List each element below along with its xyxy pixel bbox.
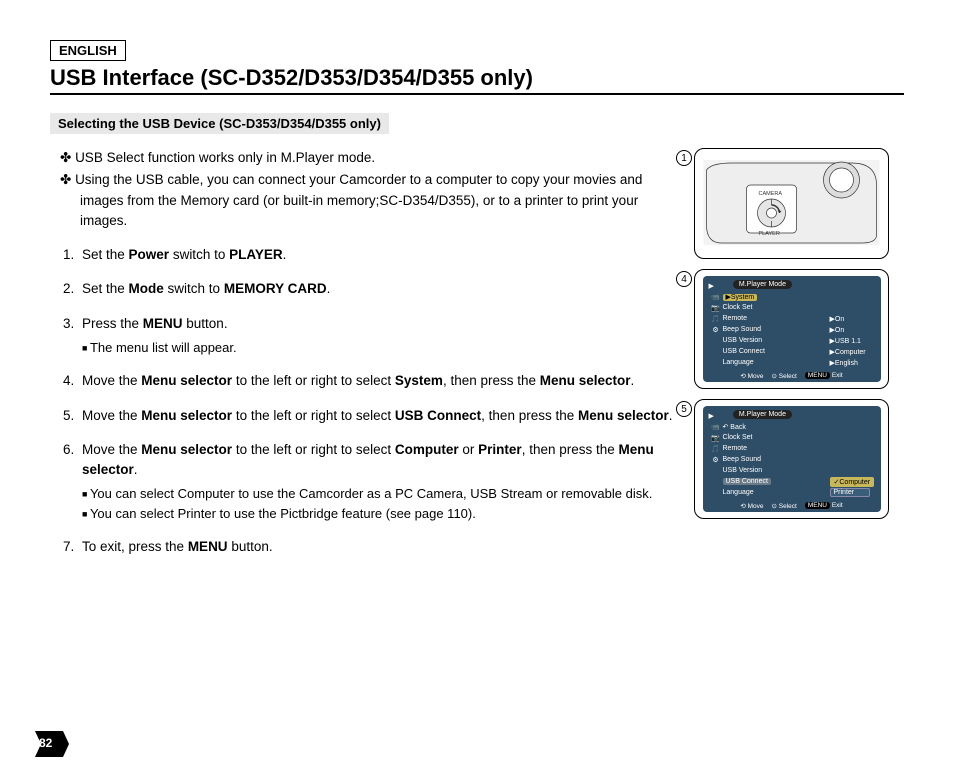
step-6-note: You can select Printer to use the Pictbr… xyxy=(82,504,679,524)
player-label: PLAYER xyxy=(759,231,780,237)
menu-mode-title: M.Player Mode xyxy=(733,280,792,289)
menu-item-label: ▶System xyxy=(723,294,758,301)
exit-hint: MENU Exit xyxy=(805,372,843,380)
menu-item: 📹▶System xyxy=(709,291,875,302)
play-icon: ▶ xyxy=(709,412,714,420)
step-list: Set the Power switch to PLAYER. Set the … xyxy=(60,245,679,558)
menu-item-icon: 📹 xyxy=(709,423,723,431)
figure-number-1: 1 xyxy=(676,150,692,166)
figure-number-4: 4 xyxy=(676,271,692,287)
camcorder-diagram: CAMERA PLAYER xyxy=(701,155,882,250)
figure-number-5: 5 xyxy=(676,401,692,417)
move-hint: ⟲ Move xyxy=(740,372,763,380)
menu-item-label: Remote xyxy=(723,315,748,322)
step-7: To exit, press the MENU button. xyxy=(78,537,679,557)
select-hint: ⊙ Select xyxy=(772,502,797,510)
camera-label: CAMERA xyxy=(759,191,783,197)
bullet-item: USB Select function works only in M.Play… xyxy=(60,148,679,168)
menu-item-label: Language xyxy=(723,359,754,366)
menu-item: Language ▶English xyxy=(709,357,875,368)
section-subheading: Selecting the USB Device (SC-D353/D354/D… xyxy=(50,113,389,134)
menu-footer: ⟲ Move ⊙ Select MENU Exit xyxy=(709,372,875,380)
menu-item-label: Remote xyxy=(723,445,748,452)
menu-item-icon: 📷 xyxy=(709,434,723,442)
figure-1: 1 CAMERA PLAYER xyxy=(694,148,904,259)
menu-item-label: ↶ Back xyxy=(723,424,746,431)
menu-item: ⚙Beep Sound xyxy=(709,454,875,465)
menu-item: 🎵Remote xyxy=(709,443,875,454)
menu-item: 📷Clock Set xyxy=(709,432,875,443)
menu-item: USB Connect ▶Computer xyxy=(709,346,875,357)
menu-item: 📷Clock Set xyxy=(709,302,875,313)
menu-item-value: ▶USB 1.1 xyxy=(830,337,875,345)
page-title: USB Interface (SC-D352/D353/D354/D355 on… xyxy=(50,65,904,95)
intro-bullets: USB Select function works only in M.Play… xyxy=(60,148,679,231)
figure-5: 5 ▶M.Player Mode 📹↶ Back📷Clock Set🎵Remot… xyxy=(694,399,904,519)
menu-mode-title: M.Player Mode xyxy=(733,410,792,419)
step-4: Move the Menu selector to the left or ri… xyxy=(78,371,679,391)
menu-item-label: Beep Sound xyxy=(723,456,762,463)
step-5: Move the Menu selector to the left or ri… xyxy=(78,406,679,426)
menu-item-value: ▶Computer xyxy=(830,348,875,356)
menu-item: USB Version xyxy=(709,465,875,476)
menu-item-icon: 📷 xyxy=(709,304,723,312)
instruction-text: USB Select function works only in M.Play… xyxy=(50,148,679,572)
menu-item-label: USB Connect xyxy=(723,478,771,485)
menu-item-label: Clock Set xyxy=(723,434,753,441)
menu-item: Language Printer xyxy=(709,487,875,498)
page-number-badge: 82 xyxy=(35,731,69,757)
step-6: Move the Menu selector to the left or ri… xyxy=(78,440,679,524)
figure-column: 1 CAMERA PLAYER xyxy=(694,148,904,572)
menu-item-value: ✓Computer xyxy=(830,477,875,487)
step-3: Press the MENU button. The menu list wil… xyxy=(78,314,679,358)
menu-item: USB Version ▶USB 1.1 xyxy=(709,335,875,346)
menu-item-value: ▶On xyxy=(830,315,875,323)
step-6-note: You can select Computer to use the Camco… xyxy=(82,484,679,504)
step-3-note: The menu list will appear. xyxy=(82,338,679,358)
step-1: Set the Power switch to PLAYER. xyxy=(78,245,679,265)
menu-item-value: ▶English xyxy=(830,359,875,367)
language-badge: ENGLISH xyxy=(50,40,126,61)
menu-item-value: Printer xyxy=(830,488,875,497)
move-hint: ⟲ Move xyxy=(740,502,763,510)
menu-item: ⚙Beep Sound ▶On xyxy=(709,324,875,335)
menu-item: 🎵Remote ▶On xyxy=(709,313,875,324)
menu-item-label: Language xyxy=(723,489,754,496)
menu-screen-4: ▶M.Player Mode 📹▶System📷Clock Set🎵Remote… xyxy=(703,276,881,382)
select-hint: ⊙ Select xyxy=(772,372,797,380)
step-2: Set the Mode switch to MEMORY CARD. xyxy=(78,279,679,299)
menu-item-icon: 📹 xyxy=(709,293,723,301)
menu-item-icon: ⚙ xyxy=(709,456,723,464)
figure-4: 4 ▶M.Player Mode 📹▶System📷Clock Set🎵Remo… xyxy=(694,269,904,389)
menu-item: USB Connect ✓Computer xyxy=(709,476,875,487)
menu-item-label: USB Version xyxy=(723,337,763,344)
menu-item: 📹↶ Back xyxy=(709,421,875,432)
menu-item-icon: 🎵 xyxy=(709,445,723,453)
menu-item-label: USB Connect xyxy=(723,348,765,355)
menu-footer: ⟲ Move ⊙ Select MENU Exit xyxy=(709,502,875,510)
menu-item-value: ▶On xyxy=(830,326,875,334)
menu-item-icon: 🎵 xyxy=(709,315,723,323)
exit-hint: MENU Exit xyxy=(805,502,843,510)
menu-item-label: Clock Set xyxy=(723,304,753,311)
menu-screen-5: ▶M.Player Mode 📹↶ Back📷Clock Set🎵Remote⚙… xyxy=(703,406,881,512)
menu-item-label: USB Version xyxy=(723,467,763,474)
menu-item-label: Beep Sound xyxy=(723,326,762,333)
bullet-item: Using the USB cable, you can connect you… xyxy=(60,170,679,231)
play-icon: ▶ xyxy=(709,282,714,290)
menu-item-icon: ⚙ xyxy=(709,326,723,334)
